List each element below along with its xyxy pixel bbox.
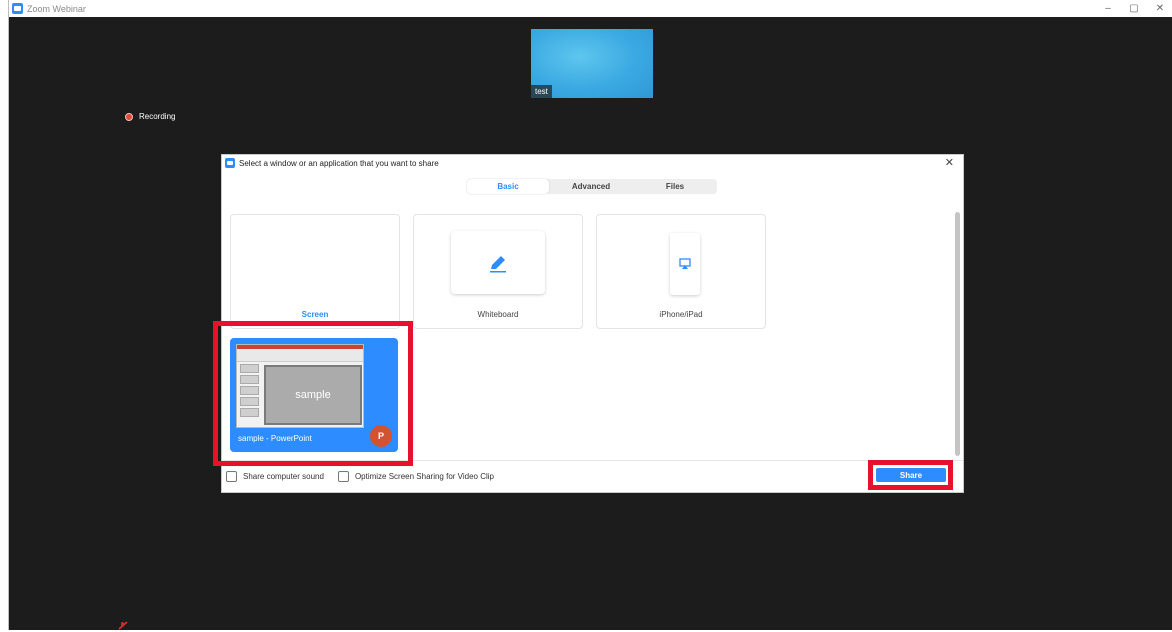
recording-label: Recording (139, 112, 176, 121)
share-option-iphone-ipad[interactable]: iPhone/iPad (596, 214, 766, 329)
dialog-title: Select a window or an application that y… (239, 158, 439, 168)
dialog-footer: Share computer sound Optimize Screen Sha… (226, 471, 508, 482)
highlight-box-app-window (213, 321, 413, 466)
whiteboard-label: Whiteboard (477, 310, 519, 319)
title-bar: Zoom Webinar – ▢ ✕ (9, 0, 1172, 17)
minimize-button[interactable]: – (1095, 0, 1121, 17)
maximize-button[interactable]: ▢ (1121, 0, 1147, 17)
optimize-video-label[interactable]: Optimize Screen Sharing for Video Clip (355, 472, 494, 481)
highlight-box-share-button (868, 460, 953, 490)
participant-video-tile[interactable]: test (531, 29, 653, 98)
share-option-screen[interactable]: Screen (230, 214, 400, 329)
window-controls: – ▢ ✕ (1095, 0, 1172, 17)
share-sound-label[interactable]: Share computer sound (243, 472, 324, 481)
optimize-video-checkbox[interactable] (337, 471, 349, 482)
tab-basic[interactable]: Basic (467, 179, 549, 194)
participant-name: test (531, 85, 552, 98)
share-sound-checkbox[interactable] (226, 471, 237, 482)
iphone-ipad-label: iPhone/iPad (659, 310, 703, 319)
muted-mic-icon[interactable] (118, 621, 128, 630)
zoom-app-icon (12, 3, 23, 14)
whiteboard-thumbnail (451, 231, 545, 294)
dialog-header: Select a window or an application that y… (222, 155, 963, 171)
share-dialog-icon (225, 158, 235, 168)
airplay-icon (679, 258, 691, 269)
phone-thumbnail (670, 233, 700, 295)
share-option-whiteboard[interactable]: Whiteboard (413, 214, 583, 329)
recording-dot-icon (125, 112, 133, 121)
tab-advanced[interactable]: Advanced (549, 179, 633, 194)
pencil-icon (490, 255, 506, 272)
screen-label: Screen (301, 310, 329, 319)
close-icon[interactable]: ✕ (945, 157, 954, 169)
window-title: Zoom Webinar (27, 3, 86, 14)
recording-indicator[interactable]: Recording (125, 112, 175, 121)
close-window-button[interactable]: ✕ (1147, 0, 1172, 17)
tab-files[interactable]: Files (633, 179, 717, 194)
dialog-scrollbar[interactable] (955, 212, 960, 456)
share-tabs: Basic Advanced Files (467, 179, 717, 194)
